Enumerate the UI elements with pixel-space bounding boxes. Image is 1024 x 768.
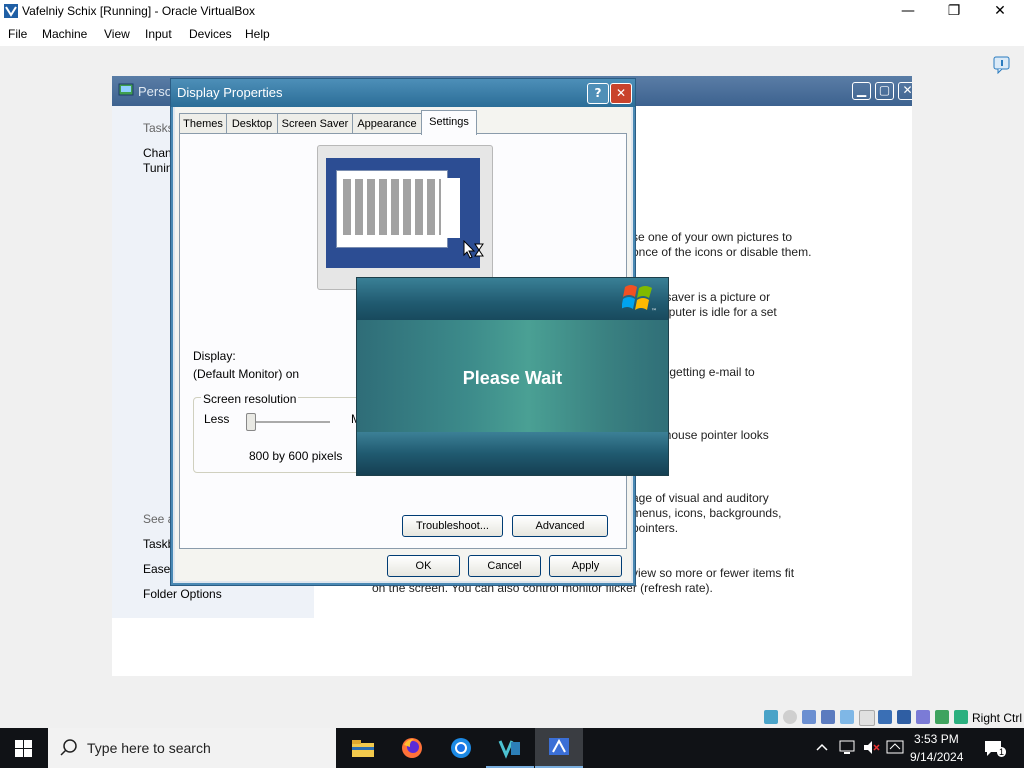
desktop-bg-desc-2: once of the icons or disable them. <box>632 245 811 259</box>
optical-drive-status-icon[interactable] <box>783 710 797 724</box>
tab-screen-saver[interactable]: Screen Saver <box>277 113 353 134</box>
theme-desc-1: age of visual and auditory <box>632 491 769 505</box>
please-wait-splash: ™ Please Wait <box>356 277 669 476</box>
clock-date[interactable]: 9/14/2024 <box>910 750 963 764</box>
desktop-bg-desc-1: se one of your own pictures to <box>632 230 792 244</box>
cpu-status-icon[interactable] <box>916 710 930 724</box>
host-key-label: Right Ctrl <box>972 711 1022 725</box>
dialog-close-button[interactable]: ✕ <box>610 83 632 104</box>
clock-time[interactable]: 3:53 PM <box>914 732 959 746</box>
usb-status-icon[interactable] <box>840 710 854 724</box>
help-button[interactable]: ? <box>587 83 609 104</box>
host-titlebar: Vafelniy Schix [Running] - Oracle Virtua… <box>0 0 1024 24</box>
search-placeholder: Type here to search <box>87 740 211 756</box>
resolution-slider-thumb[interactable] <box>246 413 256 431</box>
show-hidden-icons-chevron-icon[interactable] <box>816 742 828 752</box>
menu-help[interactable]: Help <box>245 27 270 41</box>
apply-button[interactable]: Apply <box>549 555 622 577</box>
please-wait-message: Please Wait <box>357 368 668 389</box>
theme-desc-3: pointers. <box>632 521 678 535</box>
display-label: Display: <box>193 349 236 363</box>
task-link-2[interactable]: Tunin <box>143 161 173 175</box>
monitor-preview-screen <box>326 158 480 268</box>
tab-appearance[interactable]: Appearance <box>352 113 422 134</box>
see-also-folder-options-link[interactable]: Folder Options <box>143 587 222 601</box>
virtualbox-status-bar: Right Ctrl <box>0 706 1024 728</box>
file-explorer-icon <box>352 740 374 757</box>
volume-muted-icon[interactable] <box>862 739 880 756</box>
recording-status-icon[interactable] <box>897 710 911 724</box>
taskbar: Type here to search 3:53 PM 9/14/2024 1 <box>0 728 1024 768</box>
host-menubar: File Machine View Input Devices Help <box>0 24 1024 46</box>
menu-input[interactable]: Input <box>145 27 172 41</box>
screen-resolution-label: Screen resolution <box>201 392 298 406</box>
personalization-title: Perso <box>138 84 172 99</box>
audio-status-icon[interactable] <box>802 710 816 724</box>
notification-count-badge: 1 <box>997 747 1006 757</box>
vm-window-taskbar-button[interactable] <box>535 728 583 768</box>
minimize-button[interactable]: — <box>885 0 931 24</box>
guest-screen[interactable]: Perso ▁ ▢ ✕ Tasks Chan Tunin See a Taskb… <box>112 76 912 676</box>
personalization-icon <box>118 83 134 97</box>
less-label: Less <box>204 412 229 426</box>
monitor-preview <box>317 145 493 290</box>
shared-folders-status-icon[interactable] <box>859 710 875 726</box>
network-status-icon[interactable] <box>821 710 835 724</box>
start-windows-icon[interactable] <box>15 740 33 757</box>
dialog-title: Display Properties <box>177 85 283 100</box>
resolution-value: 800 by 600 pixels <box>249 449 342 463</box>
chrome-taskbar-button[interactable] <box>437 728 485 768</box>
menu-view[interactable]: View <box>104 27 130 41</box>
virtualization-status-icon[interactable] <box>935 710 949 724</box>
display-settings-desc-1: view so more or fewer items fit <box>632 566 794 580</box>
close-button[interactable]: ✕ <box>977 0 1023 24</box>
tab-settings[interactable]: Settings <box>421 110 477 135</box>
network-icon[interactable] <box>838 739 856 756</box>
advanced-button[interactable]: Advanced <box>512 515 608 537</box>
language-input-icon[interactable] <box>886 739 904 756</box>
window-title: Vafelniy Schix [Running] - Oracle Virtua… <box>22 4 255 18</box>
tab-themes[interactable]: Themes <box>179 113 227 134</box>
preview-window <box>336 170 448 248</box>
pers-maximize-button[interactable]: ▢ <box>875 82 894 100</box>
pers-minimize-button[interactable]: ▁ <box>852 82 871 100</box>
theme-desc-2: menus, icons, backgrounds, <box>632 506 781 520</box>
virtualbox-manager-icon <box>498 737 522 759</box>
menu-devices[interactable]: Devices <box>189 27 232 41</box>
see-also-ease-link[interactable]: Ease <box>143 562 170 576</box>
ok-button[interactable]: OK <box>387 555 460 577</box>
vm-xp-icon <box>547 736 571 758</box>
display-status-icon[interactable] <box>878 710 892 724</box>
restore-button[interactable]: ❐ <box>931 0 977 24</box>
menu-machine[interactable]: Machine <box>42 27 87 41</box>
firefox-taskbar-button[interactable] <box>388 728 436 768</box>
hard-disk-status-icon[interactable] <box>764 710 778 724</box>
file-explorer-taskbar-button[interactable] <box>338 728 386 768</box>
cancel-button[interactable]: Cancel <box>468 555 541 577</box>
tab-desktop[interactable]: Desktop <box>226 113 278 134</box>
display-value: (Default Monitor) on <box>193 367 299 381</box>
taskbar-search-box[interactable]: Type here to search <box>48 728 336 768</box>
troubleshoot-button[interactable]: Troubleshoot... <box>402 515 503 537</box>
resolution-slider-track[interactable] <box>250 421 330 423</box>
virtualbox-manager-taskbar-button[interactable] <box>486 728 534 768</box>
dialog-titlebar: Display Properties ? ✕ <box>171 79 635 107</box>
menu-file[interactable]: File <box>8 27 27 41</box>
search-icon <box>60 739 78 757</box>
notification-bubble-icon[interactable] <box>993 56 1011 74</box>
virtualbox-app-icon <box>3 3 19 19</box>
task-link-1[interactable]: Chan <box>143 146 172 160</box>
chrome-icon <box>450 737 472 759</box>
firefox-icon <box>401 737 423 759</box>
busy-cursor-icon <box>463 240 485 262</box>
mouse-integration-status-icon[interactable] <box>954 710 968 724</box>
pers-close-button[interactable]: ✕ <box>898 82 912 100</box>
logo-trademark: ™ <box>651 308 657 315</box>
